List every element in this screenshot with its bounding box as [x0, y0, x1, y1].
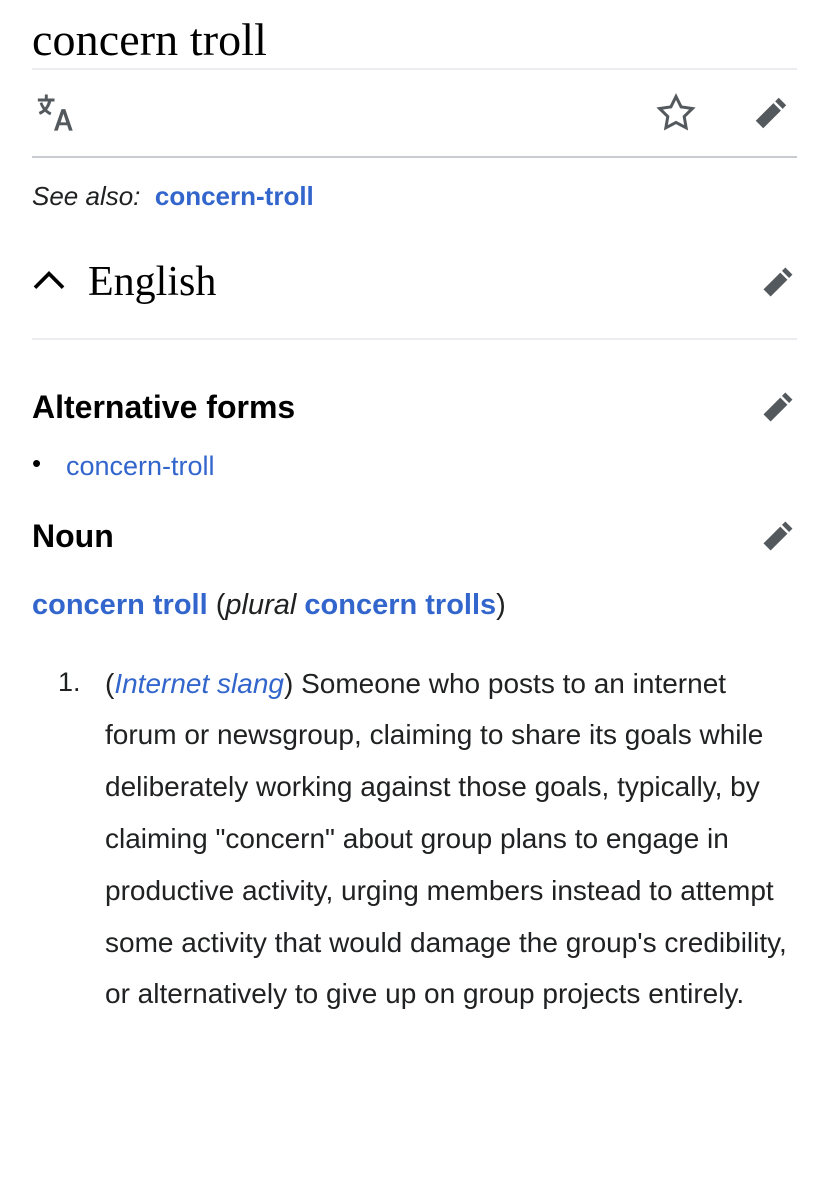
- definition-close-paren: ): [284, 667, 294, 699]
- page-actions-left: [32, 91, 76, 135]
- headword-open-paren: (: [215, 589, 226, 622]
- definition-context-label[interactable]: Internet slang: [114, 668, 284, 699]
- language-heading-left: English: [32, 259, 216, 305]
- language-name: English: [88, 258, 217, 305]
- pencil-edit-icon[interactable]: [759, 263, 797, 301]
- see-also-hatnote: See also: concern-troll: [0, 158, 828, 216]
- alternative-forms-heading: Alternative forms: [32, 388, 296, 425]
- pencil-edit-icon[interactable]: [759, 388, 797, 426]
- divider-under-language-heading: [32, 337, 797, 340]
- noun-heading-row: Noun: [32, 517, 797, 555]
- definition-text: Someone who posts to an internet forum o…: [105, 667, 787, 1010]
- see-also-link[interactable]: concern-troll: [155, 181, 314, 211]
- definition-list: (Internet slang) Someone who posts to an…: [0, 658, 828, 1021]
- article-page: concern troll See also: concern-troll En…: [0, 0, 828, 1189]
- page-title: concern troll: [32, 14, 268, 65]
- headword-close-paren: ): [496, 589, 506, 622]
- star-outline-icon[interactable]: [655, 92, 697, 134]
- page-actions-bar: [32, 70, 797, 156]
- alternative-forms-heading-row: Alternative forms: [32, 388, 797, 426]
- headword-line: concern troll (plural concern trolls): [32, 585, 796, 626]
- title-block: concern troll: [0, 0, 828, 68]
- definition-item: (Internet slang) Someone who posts to an…: [58, 658, 794, 1021]
- alternative-form-link[interactable]: concern-troll: [66, 451, 215, 481]
- headword-term[interactable]: concern troll: [32, 589, 208, 621]
- language-section-heading[interactable]: English: [32, 250, 797, 314]
- headword-plural-form[interactable]: concern trolls: [304, 589, 496, 621]
- noun-heading: Noun: [32, 517, 114, 554]
- see-also-label: See also:: [32, 181, 141, 212]
- headword-grammar-label: plural: [225, 589, 297, 622]
- pencil-edit-icon[interactable]: [751, 93, 791, 133]
- language-icon[interactable]: [32, 91, 76, 135]
- page-actions-right: [655, 92, 797, 134]
- chevron-up-icon[interactable]: [32, 266, 66, 297]
- alternative-forms-list: concern-troll: [0, 444, 828, 487]
- list-item: concern-troll: [32, 444, 796, 487]
- definition-open-paren: (: [105, 667, 115, 699]
- pencil-edit-icon[interactable]: [759, 517, 797, 555]
